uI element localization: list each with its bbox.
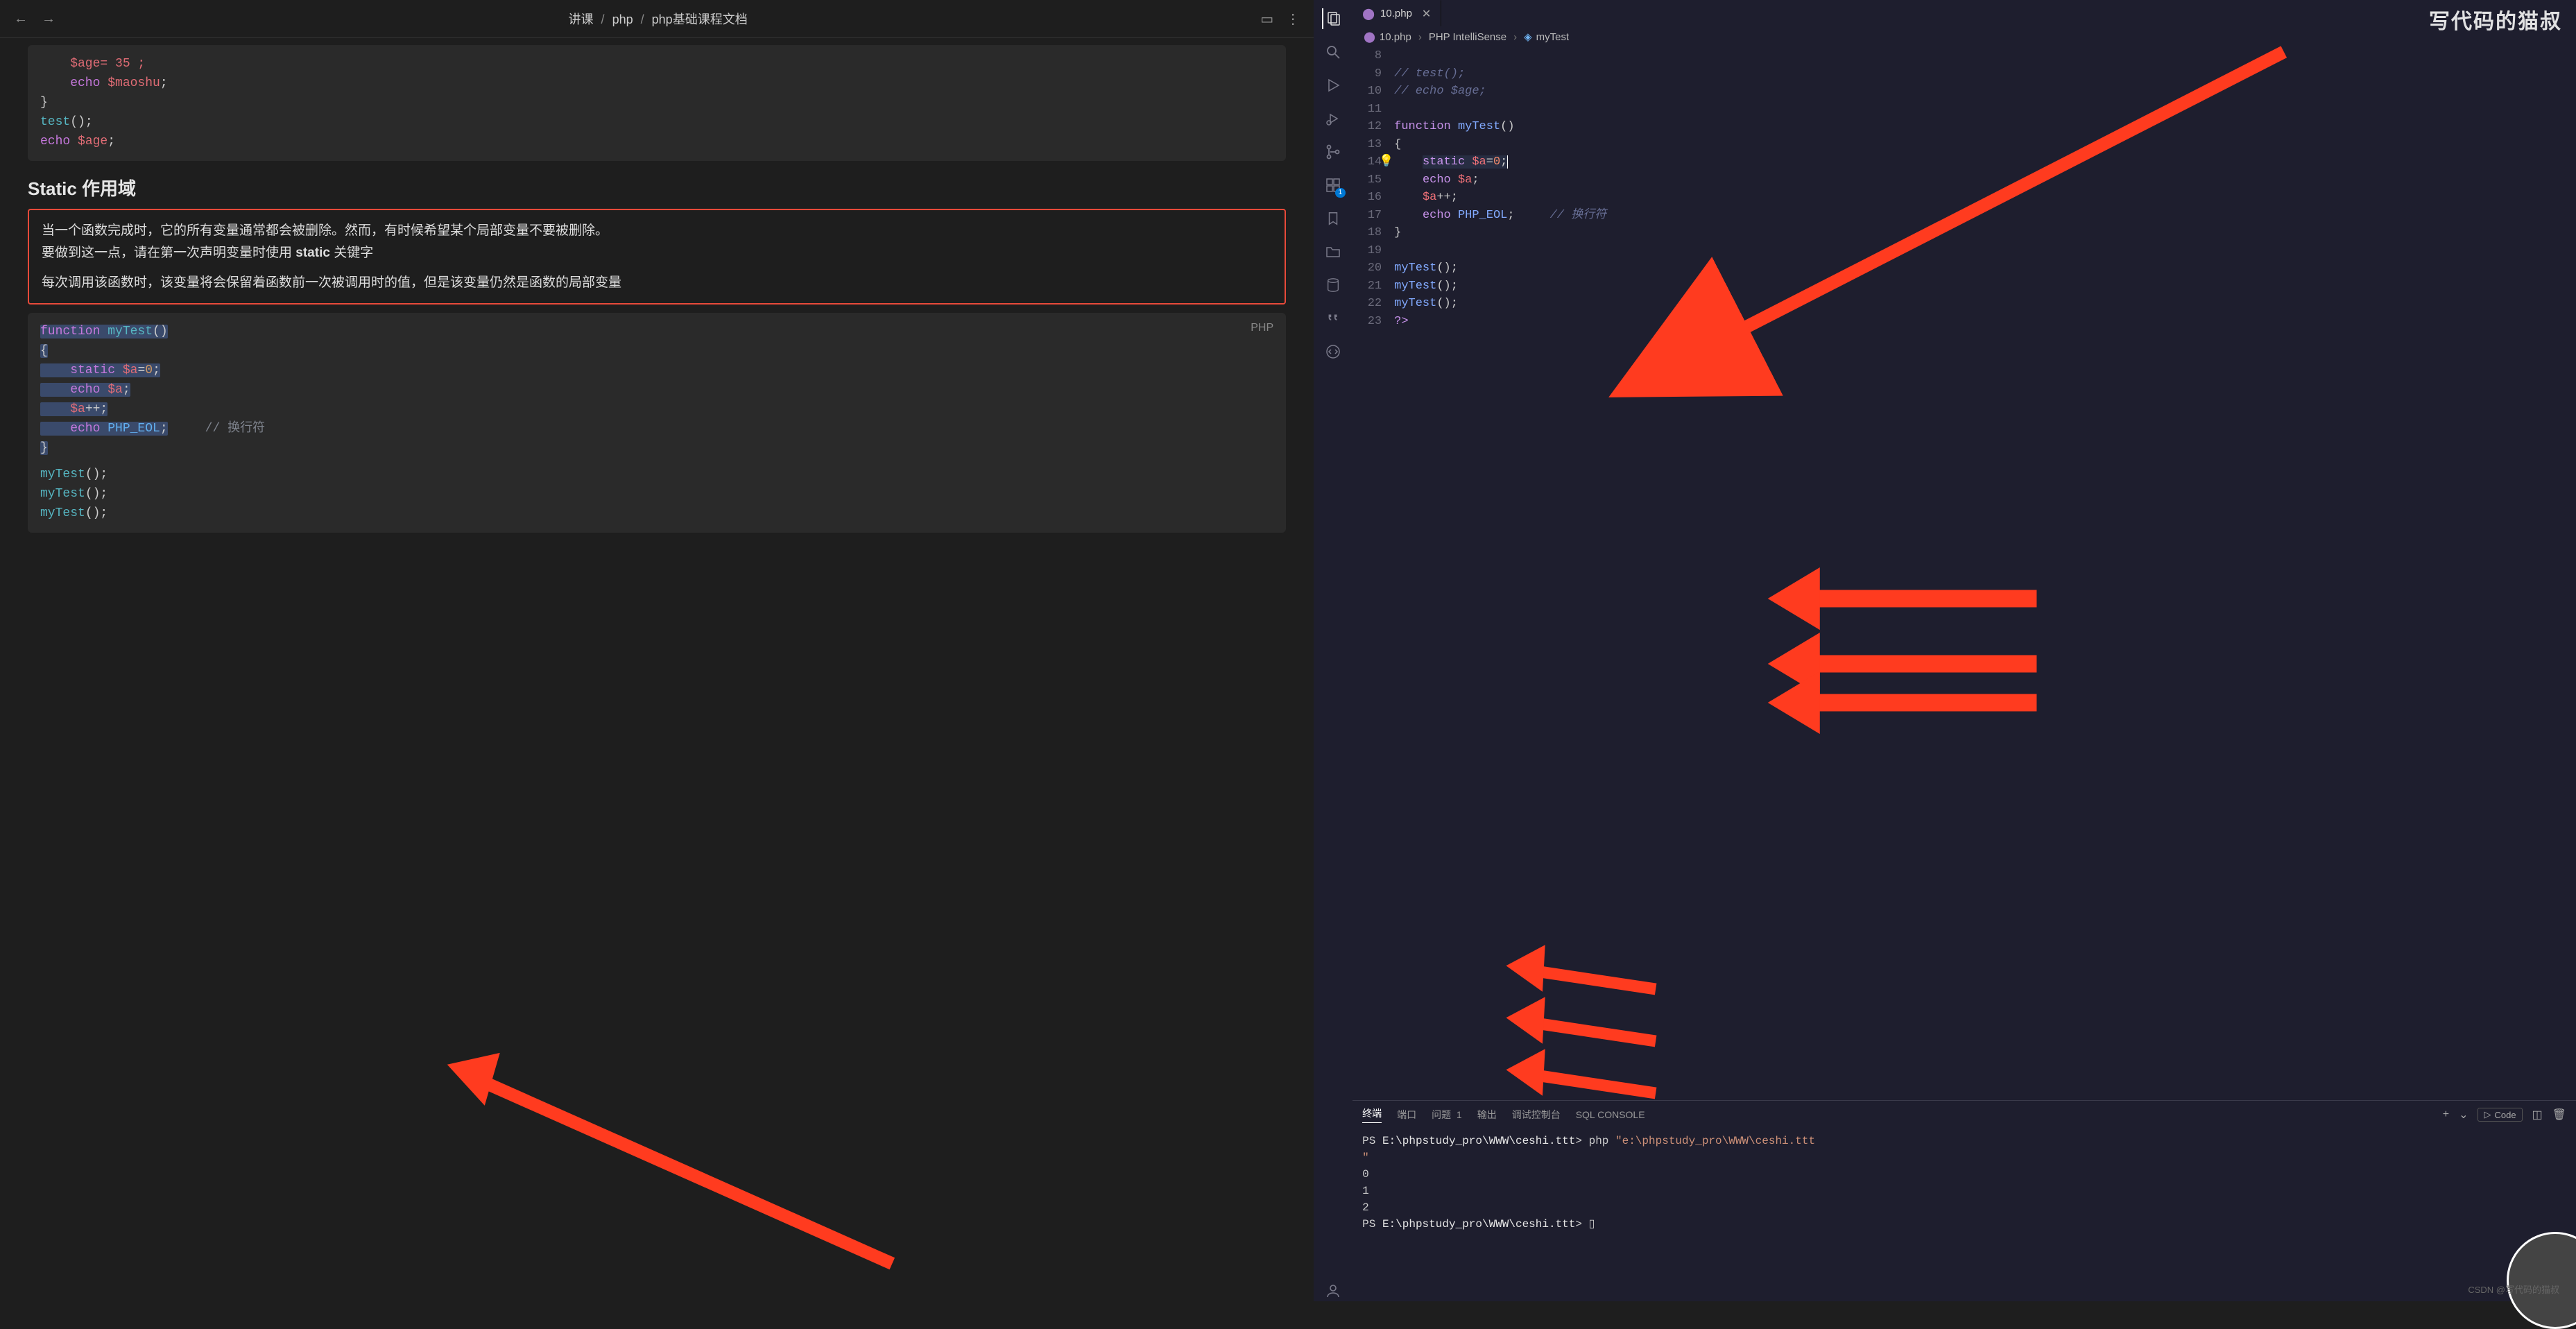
callout-line: 要做到这一点，请在第一次声明变量时使用 static 关键字 bbox=[42, 242, 1272, 264]
code-lines[interactable]: // test(); // echo $age; function myTest… bbox=[1394, 47, 2576, 1100]
code-circle-icon[interactable] bbox=[1323, 341, 1343, 362]
debug-icon[interactable] bbox=[1323, 108, 1343, 129]
more-icon[interactable]: ⋮ bbox=[1286, 10, 1300, 28]
code-block-top: $age= 35 ; echo $maoshu; } test(); echo … bbox=[28, 45, 1286, 161]
breadcrumb-segment[interactable]: php基础课程文档 bbox=[652, 12, 748, 26]
language-tag: PHP bbox=[1251, 320, 1273, 337]
callout-line: 每次调用该函数时，该变量将会保留着函数前一次被调用时的值，但是该变量仍然是函数的… bbox=[42, 272, 1272, 293]
editor-area: ⬤ 10.php ✕ ⬤ 10.php › PHP IntelliSense ›… bbox=[1353, 0, 2576, 1301]
back-icon[interactable]: ← bbox=[14, 11, 28, 27]
doc-header: ← → 讲课 / php / php基础课程文档 ▭ ⋮ bbox=[0, 0, 1314, 38]
trash-icon[interactable]: 🗑 bbox=[2552, 1108, 2566, 1122]
split-icon[interactable]: ◫ bbox=[2532, 1108, 2543, 1122]
terminal-output[interactable]: PS E:\phpstudy_pro\WWW\ceshi.ttt> php "e… bbox=[1353, 1129, 2576, 1301]
tab-problems[interactable]: 问题 1 bbox=[1432, 1108, 1462, 1122]
tab-output[interactable]: 输出 bbox=[1477, 1108, 1497, 1122]
bc-file[interactable]: 10.php bbox=[1380, 31, 1411, 43]
lightbulb-icon[interactable]: 💡 bbox=[1379, 153, 1393, 171]
tab-label: 10.php bbox=[1380, 8, 1412, 19]
editor-breadcrumb: ⬤ 10.php › PHP IntelliSense › ◈ myTest bbox=[1353, 26, 2576, 47]
doc-breadcrumb: 讲课 / php / php基础课程文档 bbox=[68, 10, 1248, 28]
panel-tabs: 终端 端口 问题 1 输出 调试控制台 SQL CONSOLE + ⌄ ▷ Co… bbox=[1353, 1101, 2576, 1129]
extensions-icon[interactable]: 1 bbox=[1323, 175, 1343, 196]
bc-provider[interactable]: PHP IntelliSense bbox=[1429, 31, 1506, 43]
tab-row: ⬤ 10.php ✕ bbox=[1353, 0, 2576, 26]
tab-debug-console[interactable]: 调试控制台 bbox=[1512, 1108, 1561, 1122]
extensions-badge: 1 bbox=[1335, 188, 1346, 198]
source-control-icon[interactable] bbox=[1323, 142, 1343, 162]
php-file-icon: ⬤ bbox=[1362, 7, 1375, 21]
php-file-icon: ⬤ bbox=[1364, 31, 1375, 43]
bottom-panel: 终端 端口 问题 1 输出 调试控制台 SQL CONSOLE + ⌄ ▷ Co… bbox=[1353, 1100, 2576, 1301]
breadcrumb-segment[interactable]: php bbox=[612, 12, 633, 26]
bookmark-icon[interactable] bbox=[1323, 208, 1343, 229]
account-icon[interactable] bbox=[1323, 1280, 1343, 1301]
line-gutter: 891011121314151617181920212223 bbox=[1353, 47, 1394, 1100]
document-viewer: ← → 讲课 / php / php基础课程文档 ▭ ⋮ $age= 35 ; … bbox=[0, 0, 1314, 1301]
search-icon[interactable] bbox=[1323, 42, 1343, 62]
bc-symbol[interactable]: myTest bbox=[1536, 31, 1570, 43]
doc-content: $age= 35 ; echo $maoshu; } test(); echo … bbox=[0, 38, 1314, 567]
watermark-text: 写代码的猫叔 bbox=[2429, 4, 2562, 35]
chevron-down-icon[interactable]: ⌄ bbox=[2459, 1108, 2468, 1122]
breadcrumb-segment[interactable]: 讲课 bbox=[569, 12, 594, 26]
quote-icon[interactable] bbox=[1323, 308, 1343, 329]
editor-body[interactable]: 891011121314151617181920212223 // test()… bbox=[1353, 47, 2576, 1100]
close-icon[interactable]: ✕ bbox=[1422, 7, 1431, 21]
csdn-watermark: CSDN @写代码的猫叔 bbox=[2468, 1283, 2559, 1296]
forward-icon[interactable]: → bbox=[42, 11, 55, 27]
book-icon[interactable]: ▭ bbox=[1260, 10, 1273, 28]
activity-bar: 1 bbox=[1314, 0, 1353, 1301]
tab-sql-console[interactable]: SQL CONSOLE bbox=[1576, 1109, 1645, 1120]
callout-box: 当一个函数完成时，它的所有变量通常都会被删除。然而，有时候希望某个局部变量不要被… bbox=[28, 209, 1286, 305]
run-icon[interactable] bbox=[1323, 75, 1343, 96]
code-block-bottom: PHP function myTest() { static $a=0; ech… bbox=[28, 313, 1286, 533]
tab-file[interactable]: ⬤ 10.php ✕ bbox=[1353, 0, 1441, 26]
tab-terminal[interactable]: 终端 bbox=[1362, 1106, 1382, 1123]
code-pill[interactable]: ▷ Code bbox=[2478, 1108, 2522, 1122]
folder-icon[interactable] bbox=[1323, 241, 1343, 262]
cube-icon: ◈ bbox=[1524, 31, 1532, 43]
explorer-icon[interactable] bbox=[1322, 8, 1343, 29]
new-terminal-icon[interactable]: + bbox=[2443, 1108, 2449, 1121]
section-title: Static 作用域 bbox=[28, 175, 1286, 200]
tab-ports[interactable]: 端口 bbox=[1397, 1108, 1416, 1122]
database-icon[interactable] bbox=[1323, 275, 1343, 295]
callout-line: 当一个函数完成时，它的所有变量通常都会被删除。然而，有时候希望某个局部变量不要被… bbox=[42, 220, 1272, 241]
vscode-window: 1 ⬤ 10.php ✕ ⬤ 10.php › PHP IntelliSense… bbox=[1314, 0, 2576, 1301]
